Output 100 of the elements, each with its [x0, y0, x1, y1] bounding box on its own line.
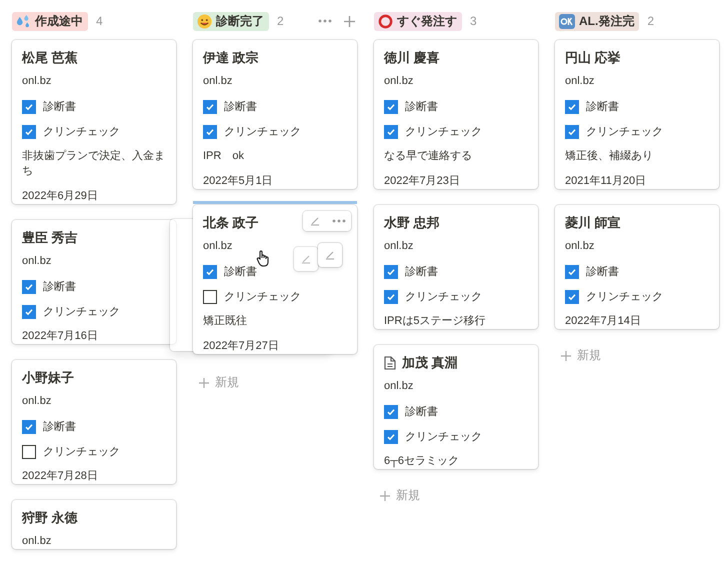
- checkmark-icon: [24, 126, 34, 136]
- board-card[interactable]: 加茂 真淵 onl.bz 診断書 クリンチェック 6┬6セラミック: [374, 345, 538, 469]
- card-title: 円山 応挙: [565, 50, 621, 66]
- add-button[interactable]: [342, 16, 357, 26]
- more-icon: [332, 219, 346, 223]
- status-tag: 診断完了: [193, 12, 269, 30]
- checkbox-label: 診断書: [586, 265, 619, 279]
- plus-icon: [380, 490, 390, 500]
- card-note: なる早で連絡する: [384, 149, 472, 164]
- card-note: 非抜歯プランで決定、入金まち: [22, 149, 166, 179]
- checkbox-label: クリンチェック: [224, 290, 301, 304]
- checkbox[interactable]: [22, 444, 36, 458]
- checkbox[interactable]: [22, 100, 36, 114]
- checkbox-label: クリンチェック: [586, 125, 663, 139]
- board-card[interactable]: 松尾 芭蕉 onl.bz 診断書 クリンチェック 非抜歯プランで決定、入金まち 2022年6月29日: [12, 40, 176, 204]
- checkbox[interactable]: [384, 430, 398, 444]
- checkbox[interactable]: [22, 304, 36, 318]
- checkmark-icon: [386, 102, 396, 112]
- checkmark-icon: [205, 102, 215, 112]
- board-card[interactable]: 狩野 永徳 onl.bz: [12, 500, 176, 549]
- status-tag: AL.発注完: [555, 12, 640, 30]
- plus-icon: [344, 16, 355, 26]
- checkbox-label: 診断書: [43, 420, 76, 434]
- checkbox-label: 診断書: [405, 265, 438, 279]
- hand-cursor-icon: [256, 250, 270, 267]
- checkmark-icon: [567, 102, 577, 112]
- checkbox[interactable]: [203, 124, 217, 138]
- checkbox-label: 診断書: [224, 100, 257, 114]
- checkbox-label: クリンチェック: [586, 290, 663, 304]
- checkmark-icon: [24, 422, 34, 432]
- checkbox[interactable]: [384, 100, 398, 114]
- checkbox[interactable]: [22, 280, 36, 294]
- checkbox-label: クリンチェック: [224, 125, 301, 139]
- status-tag: 作成途中: [12, 12, 88, 30]
- checkmark-icon: [24, 306, 34, 316]
- card-note: 6┬6セラミック: [384, 454, 460, 469]
- card-title: 小野妹子: [22, 370, 74, 386]
- checkbox-label: クリンチェック: [405, 430, 482, 444]
- card-title: 加茂 真淵: [402, 355, 458, 371]
- board-card[interactable]: 小野妹子 onl.bz 診断書 クリンチェック 2022年7月28日: [12, 360, 176, 484]
- board-card[interactable]: 円山 応挙 onl.bz 診断書 クリンチェック 矯正後、補綴あり 2021年11月20日: [555, 40, 719, 189]
- board-card[interactable]: 伊達 政宗 onl.bz 診断書 クリンチェック IPR ok 2022年5月1日: [193, 40, 357, 189]
- checkbox[interactable]: [565, 264, 579, 278]
- card-title: 北条 政子: [203, 215, 259, 231]
- checkbox[interactable]: [22, 124, 36, 138]
- checkbox[interactable]: [384, 124, 398, 138]
- card-count: 3: [470, 14, 477, 28]
- board-card[interactable]: 水野 忠邦 onl.bz 診断書 クリンチェック IPRは5ステージ移行: [374, 205, 538, 329]
- checkmark-icon: [567, 266, 577, 276]
- edit-button[interactable]: [318, 243, 342, 267]
- board-card[interactable]: 菱川 師宣 onl.bz 診断書 クリンチェック 2022年7月14日: [555, 205, 719, 329]
- card-date: 2021年11月20日: [565, 174, 646, 189]
- checkbox-label: クリンチェック: [43, 125, 120, 139]
- card-site: onl.bz: [384, 74, 414, 89]
- status-tag: すぐ発注す: [374, 12, 462, 30]
- checkbox-label: クリンチェック: [43, 305, 120, 319]
- checkbox[interactable]: [203, 264, 217, 278]
- card-date: 2022年7月14日: [565, 314, 641, 329]
- checkbox-label: 診断書: [405, 405, 438, 419]
- more-button[interactable]: [316, 19, 334, 23]
- checkbox-label: クリンチェック: [405, 125, 482, 139]
- checkbox[interactable]: [565, 290, 579, 304]
- checkbox[interactable]: [565, 124, 579, 138]
- checkbox-label: 診断書: [224, 265, 257, 279]
- checkmark-icon: [567, 292, 577, 302]
- board-card[interactable]: 北条 政子 onl.bz 診断書 クリンチェック 矯正既往 2022年7月27日: [193, 205, 357, 354]
- card-date: 2022年7月27日: [203, 339, 279, 354]
- card-site: onl.bz: [22, 534, 52, 549]
- plus-icon: [199, 378, 209, 388]
- droplets-icon: [16, 14, 31, 28]
- card-date: 2022年5月1日: [203, 174, 273, 189]
- card-title: 伊達 政宗: [203, 50, 259, 66]
- checkbox[interactable]: [203, 290, 217, 304]
- card-date: 2022年7月16日: [22, 329, 98, 344]
- card-site: onl.bz: [565, 74, 594, 89]
- card-count: 4: [96, 14, 103, 28]
- checkmark-icon: [386, 266, 396, 276]
- checkmark-icon: [24, 102, 34, 112]
- checkmark-icon: [567, 126, 577, 136]
- plus-icon: [561, 350, 571, 360]
- checkbox[interactable]: [565, 100, 579, 114]
- board-card[interactable]: 徳川 慶喜 onl.bz 診断書 クリンチェック なる早で連絡する 2022年7月23日: [374, 40, 538, 189]
- more-button[interactable]: [327, 211, 351, 231]
- checkbox[interactable]: [384, 404, 398, 418]
- checkbox[interactable]: [22, 420, 36, 434]
- checkbox-label: 診断書: [43, 100, 76, 114]
- checkbox-label: 診断書: [586, 100, 619, 114]
- card-site: onl.bz: [384, 379, 414, 394]
- card-title: 水野 忠邦: [384, 215, 440, 231]
- card-note: 矯正既往: [203, 314, 247, 329]
- board-card[interactable]: 豊臣 秀吉 onl.bz 診断書 クリンチェック 2022年7月16日: [12, 220, 176, 344]
- smiley-icon: [197, 14, 212, 28]
- checkbox[interactable]: [384, 290, 398, 304]
- checkbox[interactable]: [384, 264, 398, 278]
- card-title: 徳川 慶喜: [384, 50, 440, 66]
- card-count: 2: [277, 14, 284, 28]
- checkbox[interactable]: [203, 100, 217, 114]
- edit-button[interactable]: [303, 211, 327, 231]
- ok-icon: [559, 14, 575, 28]
- card-note: IPRは5ステージ移行: [384, 314, 486, 329]
